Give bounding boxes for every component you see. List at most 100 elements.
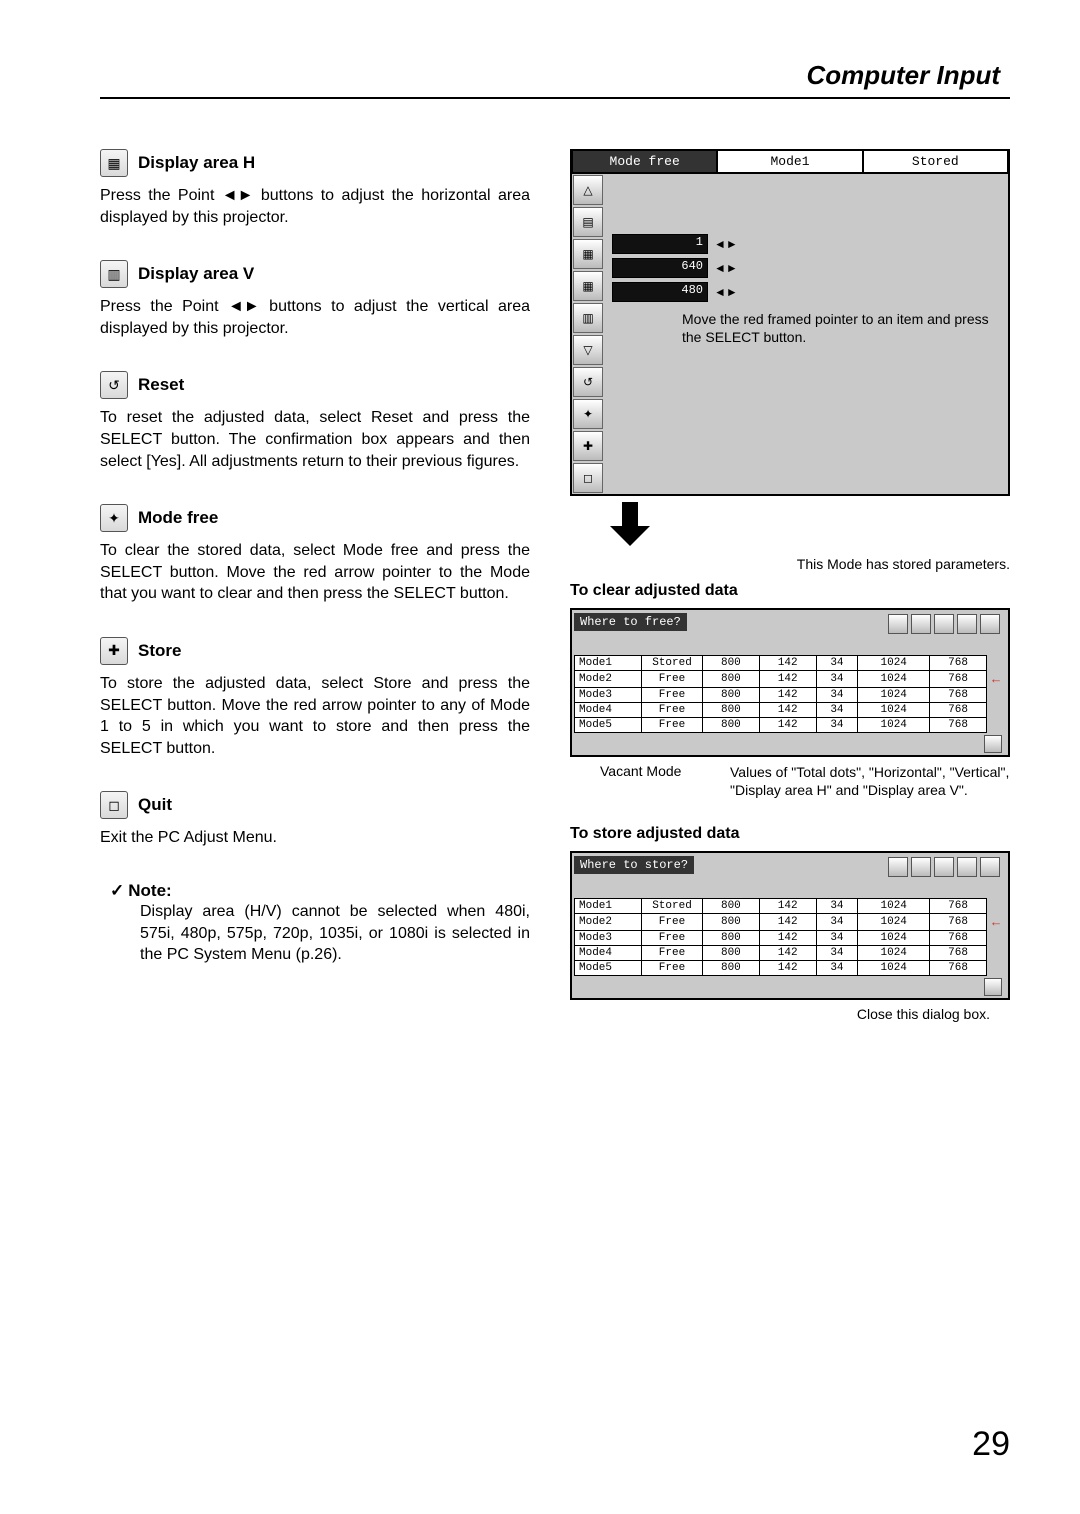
mode-value: 1024 (858, 914, 930, 931)
mode-name: Mode1 (575, 656, 642, 671)
table-row[interactable]: Mode4Free800142341024768 (575, 946, 1006, 961)
mode-value: 800 (703, 931, 760, 946)
table-row[interactable]: Mode5Free800142341024768 (575, 718, 1006, 733)
mode-value: 800 (703, 914, 760, 931)
col-icon (957, 857, 977, 877)
value-box: 480 (612, 282, 708, 302)
point-arrows-icon[interactable]: ◄► (714, 261, 738, 275)
close-icon[interactable] (984, 978, 1002, 996)
item-store: ✚ Store To store the adjusted data, sele… (100, 637, 530, 759)
value-row-3: 480 ◄► (612, 282, 1000, 302)
modes-table: Mode1Stored800142341024768Mode2Free80014… (574, 898, 1006, 976)
mode-value: 1024 (858, 946, 930, 961)
page-number: 29 (972, 1425, 1010, 1464)
mode-status: Free (642, 718, 703, 733)
auto-icon[interactable]: ▤ (573, 207, 603, 237)
mode-value: 1024 (858, 688, 930, 703)
mode-value: 800 (703, 899, 760, 914)
mode-name: Mode2 (575, 671, 642, 688)
mode-name: Mode5 (575, 718, 642, 733)
tab-stored[interactable]: Stored (862, 149, 1009, 174)
col-icon (980, 857, 1000, 877)
note-body: Display area (H/V) cannot be selected wh… (140, 901, 530, 966)
dialog-footer (574, 733, 1006, 753)
mode-value: 768 (930, 961, 987, 976)
divider (100, 97, 1010, 99)
point-arrows-icon[interactable]: ◄► (714, 237, 738, 251)
dialog-title: Where to free? (574, 613, 687, 631)
mode-value: 768 (930, 899, 987, 914)
mode-value: 1024 (858, 656, 930, 671)
point-arrows-icon[interactable]: ◄► (714, 285, 738, 299)
mode-value: 800 (703, 946, 760, 961)
table-row[interactable]: Mode4Free800142341024768 (575, 703, 1006, 718)
pointer-arrow-icon: ← (992, 915, 1000, 930)
item-reset: ↺ Reset To reset the adjusted data, sele… (100, 371, 530, 472)
col-icon (957, 614, 977, 634)
quit-icon: ◻ (100, 791, 128, 819)
mode-free-icon: ✦ (100, 504, 128, 532)
value-box: 1 (612, 234, 708, 254)
total-dots-icon[interactable]: ▦ (573, 239, 603, 269)
mode-value: 1024 (858, 703, 930, 718)
reset-side-icon[interactable]: ↺ (573, 367, 603, 397)
vertical-icon[interactable]: ▥ (573, 303, 603, 333)
table-row[interactable]: Mode1Stored800142341024768 (575, 656, 1006, 671)
tab-mode-free[interactable]: Mode free (571, 149, 718, 174)
note-title: ✓Note: (110, 881, 530, 901)
mode-value: 800 (703, 656, 760, 671)
store-dialog: Where to store? Mode1Stored8001423410247… (570, 851, 1010, 1000)
tab-mode1[interactable]: Mode1 (716, 149, 863, 174)
horizontal-icon[interactable]: ▦ (573, 271, 603, 301)
item-quit: ◻ Quit Exit the PC Adjust Menu. (100, 791, 530, 849)
table-row[interactable]: Mode5Free800142341024768 (575, 961, 1006, 976)
mode-free-side-icon[interactable]: ✦ (573, 399, 603, 429)
mode-value: 34 (816, 914, 858, 931)
mode-value: 768 (930, 946, 987, 961)
table-row[interactable]: Mode3Free800142341024768 (575, 931, 1006, 946)
mode-name: Mode3 (575, 931, 642, 946)
mode-status: Free (642, 914, 703, 931)
mode-value: 800 (703, 718, 760, 733)
mode-value: 142 (759, 914, 816, 931)
item-title: Mode free (138, 508, 218, 528)
table-row[interactable]: Mode2Free800142341024768← (575, 671, 1006, 688)
scroll-down-icon[interactable]: ▽ (573, 335, 603, 365)
value-row-1: 1 ◄► (612, 234, 1000, 254)
header-icons (888, 857, 1000, 877)
modes-table: Mode1Stored800142341024768Mode2Free80014… (574, 655, 1006, 733)
table-row[interactable]: Mode3Free800142341024768 (575, 688, 1006, 703)
item-body: To reset the adjusted data, select Reset… (100, 407, 530, 472)
mode-status: Free (642, 703, 703, 718)
mode-value: 800 (703, 703, 760, 718)
mode-status: Stored (642, 656, 703, 671)
side-icon-column: △ ▤ ▦ ▦ ▥ ▽ ↺ ✦ ✚ ◻ (572, 174, 604, 494)
mode-value: 768 (930, 703, 987, 718)
col-icon (911, 857, 931, 877)
mode-value: 800 (703, 961, 760, 976)
item-title: Store (138, 641, 181, 661)
note-block: ✓Note: Display area (H/V) cannot be sele… (110, 881, 530, 966)
item-body: Press the Point ◄► buttons to adjust the… (100, 185, 530, 228)
pc-adjust-menu: Mode free Mode1 Stored △ ▤ ▦ ▦ ▥ ▽ ↺ ✦ ✚… (570, 149, 1010, 496)
stored-note: This Mode has stored parameters. (570, 556, 1010, 572)
arrow-down-icon (610, 502, 650, 546)
table-row[interactable]: Mode2Free800142341024768← (575, 914, 1006, 931)
mode-value: 800 (703, 671, 760, 688)
right-column: Mode free Mode1 Stored △ ▤ ▦ ▦ ▥ ▽ ↺ ✦ ✚… (570, 149, 1010, 1022)
col-icon (980, 614, 1000, 634)
mode-value: 1024 (858, 961, 930, 976)
col-icon (888, 857, 908, 877)
store-side-icon[interactable]: ✚ (573, 431, 603, 461)
display-h-icon: ▦ (100, 149, 128, 177)
store-heading: To store adjusted data (570, 825, 1010, 843)
table-row[interactable]: Mode1Stored800142341024768 (575, 899, 1006, 914)
note-label: Note: (128, 881, 171, 900)
item-title: Reset (138, 375, 184, 395)
quit-side-icon[interactable]: ◻ (573, 463, 603, 493)
header-icons (888, 614, 1000, 634)
clear-dialog: Where to free? Mode1Stored80014234102476… (570, 608, 1010, 757)
close-icon[interactable] (984, 735, 1002, 753)
scroll-up-icon[interactable]: △ (573, 175, 603, 205)
mode-value: 768 (930, 914, 987, 931)
